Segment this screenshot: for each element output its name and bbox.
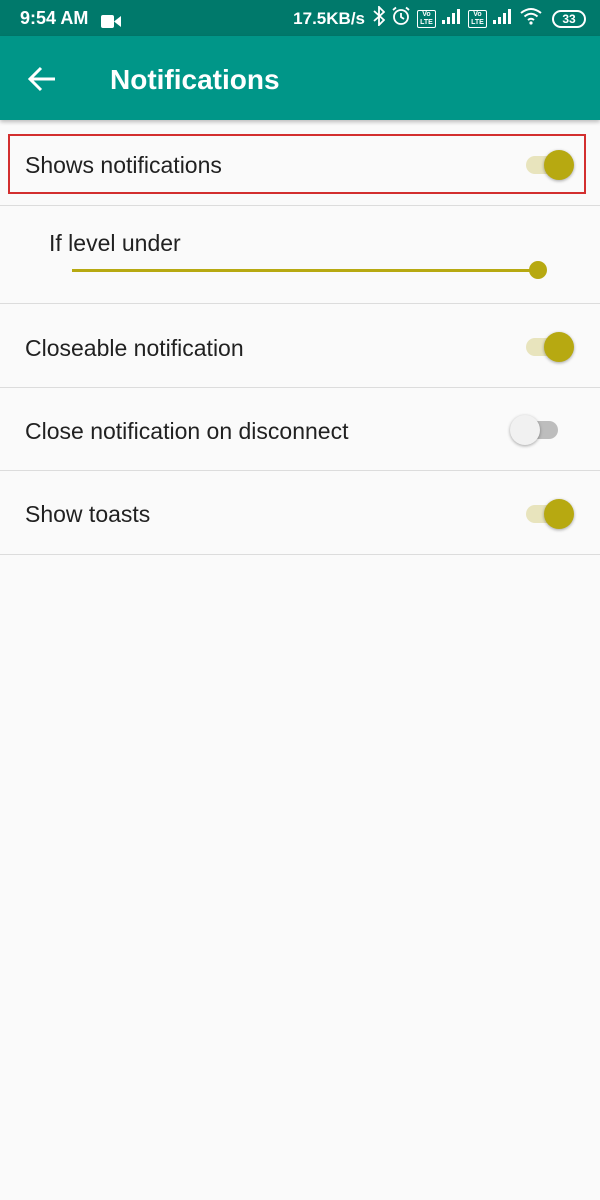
page-title: Notifications <box>110 64 280 95</box>
setting-row-shows-notifications[interactable]: Shows notifications <box>0 126 600 206</box>
volte-icon-2: Vo LTE <box>468 9 487 28</box>
status-time: 9:54 AM <box>20 8 89 28</box>
shows-notifications-switch[interactable] <box>522 146 574 182</box>
switch-thumb <box>544 499 574 529</box>
app-bar: Notifications <box>0 36 600 120</box>
bluetooth-icon <box>373 4 386 31</box>
switch-thumb <box>510 415 540 445</box>
setting-row-close-on-disconnect[interactable]: Close notification on disconnect <box>0 388 600 471</box>
level-under-label: If level under <box>49 230 181 256</box>
arrow-left-icon <box>27 66 55 92</box>
shows-notifications-label: Shows notifications <box>25 152 222 178</box>
show-toasts-switch[interactable] <box>522 495 574 531</box>
setting-row-closeable-notification[interactable]: Closeable notification <box>0 304 600 388</box>
closeable-notification-switch[interactable] <box>522 328 574 364</box>
alarm-icon <box>391 6 411 31</box>
signal-icon <box>442 8 462 29</box>
battery-icon: 33 <box>552 9 586 28</box>
setting-row-level-under: If level under <box>0 206 600 304</box>
level-under-slider[interactable] <box>72 260 548 280</box>
show-toasts-label: Show toasts <box>25 501 151 527</box>
back-button[interactable] <box>26 62 60 96</box>
switch-thumb <box>544 332 574 362</box>
status-bar: 9:54 AM 17.5KB/s Vo LTE Vo LTE 33 <box>0 0 600 36</box>
close-on-disconnect-label: Close notification on disconnect <box>25 418 349 444</box>
slider-track <box>72 269 538 272</box>
battery-level: 33 <box>562 11 576 26</box>
wifi-icon <box>519 7 543 30</box>
signal-icon-2 <box>493 8 513 29</box>
video-icon <box>101 12 121 33</box>
closeable-notification-label: Closeable notification <box>25 335 244 361</box>
setting-row-show-toasts[interactable]: Show toasts <box>0 471 600 555</box>
close-on-disconnect-switch[interactable] <box>510 411 564 447</box>
network-speed: 17.5KB/s <box>293 8 365 28</box>
volte-icon: Vo LTE <box>417 9 436 28</box>
slider-thumb[interactable] <box>529 261 547 279</box>
switch-thumb <box>544 150 574 180</box>
